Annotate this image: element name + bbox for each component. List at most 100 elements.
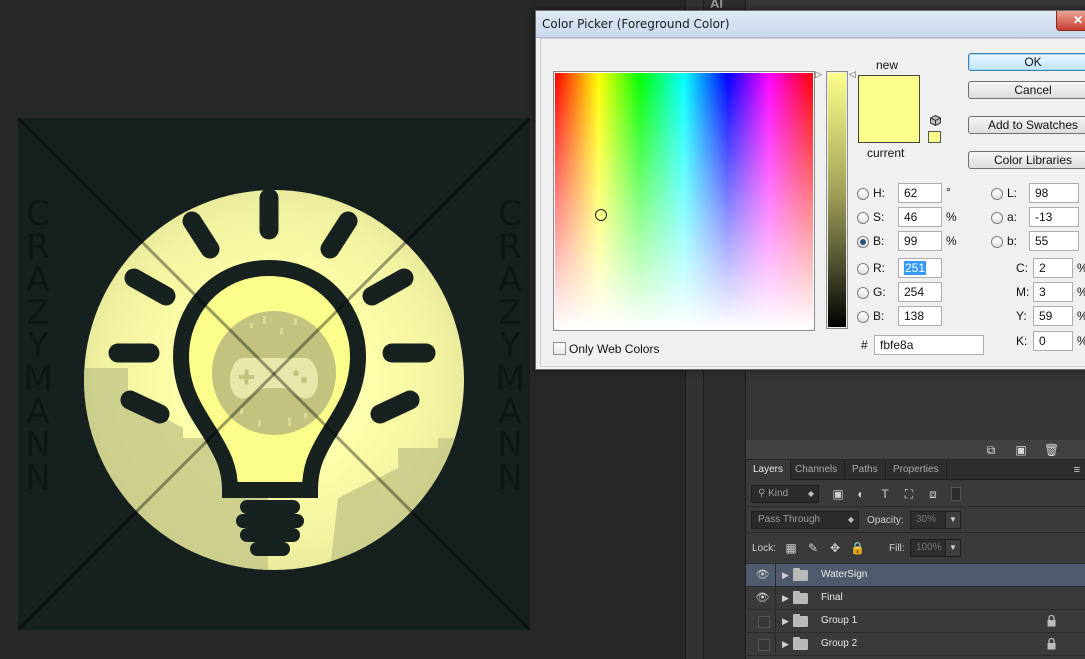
fill-label: Fill: bbox=[889, 543, 905, 554]
a-label: a: bbox=[1007, 210, 1018, 224]
layer-row[interactable]: ▶ Group 2 bbox=[746, 633, 1085, 656]
k-unit: % bbox=[1077, 334, 1085, 348]
lock-all-icon[interactable]: 🔒 bbox=[850, 541, 865, 555]
eye-icon[interactable]: 👁 bbox=[750, 587, 776, 609]
radio-g[interactable] bbox=[857, 287, 869, 299]
lock-icon bbox=[1047, 614, 1056, 627]
c-label: C: bbox=[1016, 261, 1028, 275]
a-field[interactable]: -13 bbox=[1029, 207, 1079, 227]
new-color-label: new bbox=[876, 58, 899, 72]
dialog-title: Color Picker (Foreground Color) bbox=[542, 17, 730, 31]
radio-l[interactable] bbox=[991, 188, 1003, 200]
watermark-left: CRAZYMANN bbox=[23, 194, 53, 498]
cancel-button[interactable]: Cancel bbox=[968, 81, 1085, 99]
trash-icon[interactable]: 🗑 bbox=[1044, 444, 1059, 456]
new-group-icon[interactable]: ⧉ bbox=[984, 444, 998, 456]
g-label: G: bbox=[873, 285, 886, 299]
visibility-toggle[interactable] bbox=[750, 610, 776, 632]
h-field[interactable]: 62 bbox=[898, 183, 942, 203]
radio-r[interactable] bbox=[857, 263, 869, 275]
l-label: L: bbox=[1007, 186, 1018, 200]
layer-row[interactable]: 👁 ▶ Final bbox=[746, 587, 1085, 610]
r-field[interactable]: 251 bbox=[898, 258, 942, 278]
m-field[interactable]: 3 bbox=[1033, 282, 1073, 302]
only-web-colors-checkbox[interactable] bbox=[553, 342, 566, 355]
color-compare-swatch bbox=[858, 75, 920, 143]
lock-transparent-icon[interactable]: ▦ bbox=[784, 541, 798, 555]
camera-icon[interactable]: ▣ bbox=[1014, 444, 1028, 456]
artwork-canvas[interactable]: CRAZYMANN CRAZYMANN bbox=[18, 118, 530, 630]
l-field[interactable]: 98 bbox=[1029, 183, 1079, 203]
lab-b-label: b: bbox=[1007, 234, 1018, 248]
radio-blue[interactable] bbox=[857, 311, 869, 323]
k-label: K: bbox=[1016, 334, 1028, 348]
expand-arrow-icon[interactable]: ▶ bbox=[782, 633, 789, 655]
cube-icon[interactable] bbox=[930, 115, 941, 126]
tab-properties[interactable]: Properties bbox=[886, 460, 947, 480]
adjustment-filter-icon[interactable]: ◐ bbox=[854, 487, 868, 501]
fill-value: 100% bbox=[916, 542, 942, 553]
s-field[interactable]: 46 bbox=[898, 207, 942, 227]
type-filter-icon[interactable]: T bbox=[878, 487, 892, 501]
b-unit: % bbox=[946, 234, 957, 248]
radio-s[interactable] bbox=[857, 212, 869, 224]
c-field[interactable]: 2 bbox=[1033, 258, 1073, 278]
radio-lab-b[interactable] bbox=[991, 236, 1003, 248]
search-icon: ⚲ bbox=[758, 488, 766, 499]
chevron-down-icon[interactable]: ▼ bbox=[945, 511, 961, 529]
k-field[interactable]: 0 bbox=[1033, 331, 1073, 351]
lightbulb-artwork bbox=[18, 118, 530, 630]
expand-arrow-icon[interactable]: ▶ bbox=[782, 610, 789, 632]
current-color-swatch[interactable] bbox=[859, 109, 919, 142]
radio-a[interactable] bbox=[991, 212, 1003, 224]
filter-kind-select[interactable]: ⚲ Kind ◆ bbox=[751, 485, 819, 503]
close-icon: ✕ bbox=[1072, 13, 1084, 27]
filter-kind-label: Kind bbox=[768, 488, 789, 499]
y-field[interactable]: 59 bbox=[1033, 306, 1073, 326]
panel-menu-icon[interactable]: ≡ bbox=[1074, 464, 1080, 476]
smart-object-filter-icon[interactable]: ⧈ bbox=[926, 487, 940, 501]
add-to-swatches-button[interactable]: Add to Swatches bbox=[968, 116, 1085, 134]
expand-arrow-icon[interactable]: ▶ bbox=[782, 587, 789, 609]
g-field[interactable]: 254 bbox=[898, 282, 942, 302]
chevron-updown-icon: ◆ bbox=[847, 515, 854, 524]
brightness-slider[interactable] bbox=[828, 73, 846, 327]
web-safe-swatch[interactable] bbox=[928, 131, 941, 143]
lab-b-field[interactable]: 55 bbox=[1029, 231, 1079, 251]
layer-list: 👁 ▶ WaterSign 👁 ▶ Final ▶ Group 1 ▶ Grou… bbox=[746, 564, 1085, 656]
blend-row: Pass Through ◆ Opacity: 30% ▼ bbox=[746, 507, 1085, 533]
slider-right-arrow-icon[interactable]: ◁ bbox=[849, 69, 856, 80]
close-button[interactable]: ✕ bbox=[1056, 11, 1085, 31]
eye-icon[interactable]: 👁 bbox=[750, 564, 776, 586]
color-field[interactable] bbox=[555, 73, 813, 329]
blue-field[interactable]: 138 bbox=[898, 306, 942, 326]
tab-layers[interactable]: Layers bbox=[746, 460, 792, 480]
fill-field[interactable]: 100% ▼ bbox=[910, 539, 961, 557]
radio-h[interactable] bbox=[857, 188, 869, 200]
radio-b[interactable] bbox=[857, 236, 869, 248]
color-libraries-button[interactable]: Color Libraries bbox=[968, 151, 1085, 169]
hex-field[interactable]: fbfe8a bbox=[874, 335, 984, 355]
b-field[interactable]: 99 bbox=[898, 231, 942, 251]
slider-left-arrow-icon[interactable]: ▷ bbox=[815, 69, 822, 80]
chevron-down-icon[interactable]: ▼ bbox=[945, 539, 961, 557]
layer-name: Final bbox=[821, 592, 843, 603]
filter-toggle-icon[interactable] bbox=[951, 487, 961, 501]
layer-row[interactable]: 👁 ▶ WaterSign bbox=[746, 564, 1085, 587]
blend-mode-label: Pass Through bbox=[758, 514, 821, 525]
tab-channels[interactable]: Channels bbox=[788, 460, 846, 480]
new-color-swatch bbox=[859, 76, 919, 109]
ok-button[interactable]: OK bbox=[968, 53, 1085, 71]
tab-paths[interactable]: Paths bbox=[845, 460, 886, 480]
color-picker-cursor[interactable] bbox=[595, 209, 607, 221]
opacity-field[interactable]: 30% ▼ bbox=[910, 511, 961, 529]
lock-position-icon[interactable]: ✥ bbox=[828, 541, 842, 555]
expand-arrow-icon[interactable]: ▶ bbox=[782, 564, 789, 586]
pixel-filter-icon[interactable]: ▣ bbox=[831, 487, 845, 501]
visibility-toggle[interactable] bbox=[750, 633, 776, 655]
lock-image-icon[interactable]: ✎ bbox=[806, 541, 820, 555]
shape-filter-icon[interactable]: ⛶ bbox=[902, 487, 916, 501]
blend-mode-select[interactable]: Pass Through ◆ bbox=[751, 511, 859, 529]
dialog-titlebar[interactable]: Color Picker (Foreground Color) ✕ bbox=[536, 11, 1085, 38]
layer-row[interactable]: ▶ Group 1 bbox=[746, 610, 1085, 633]
